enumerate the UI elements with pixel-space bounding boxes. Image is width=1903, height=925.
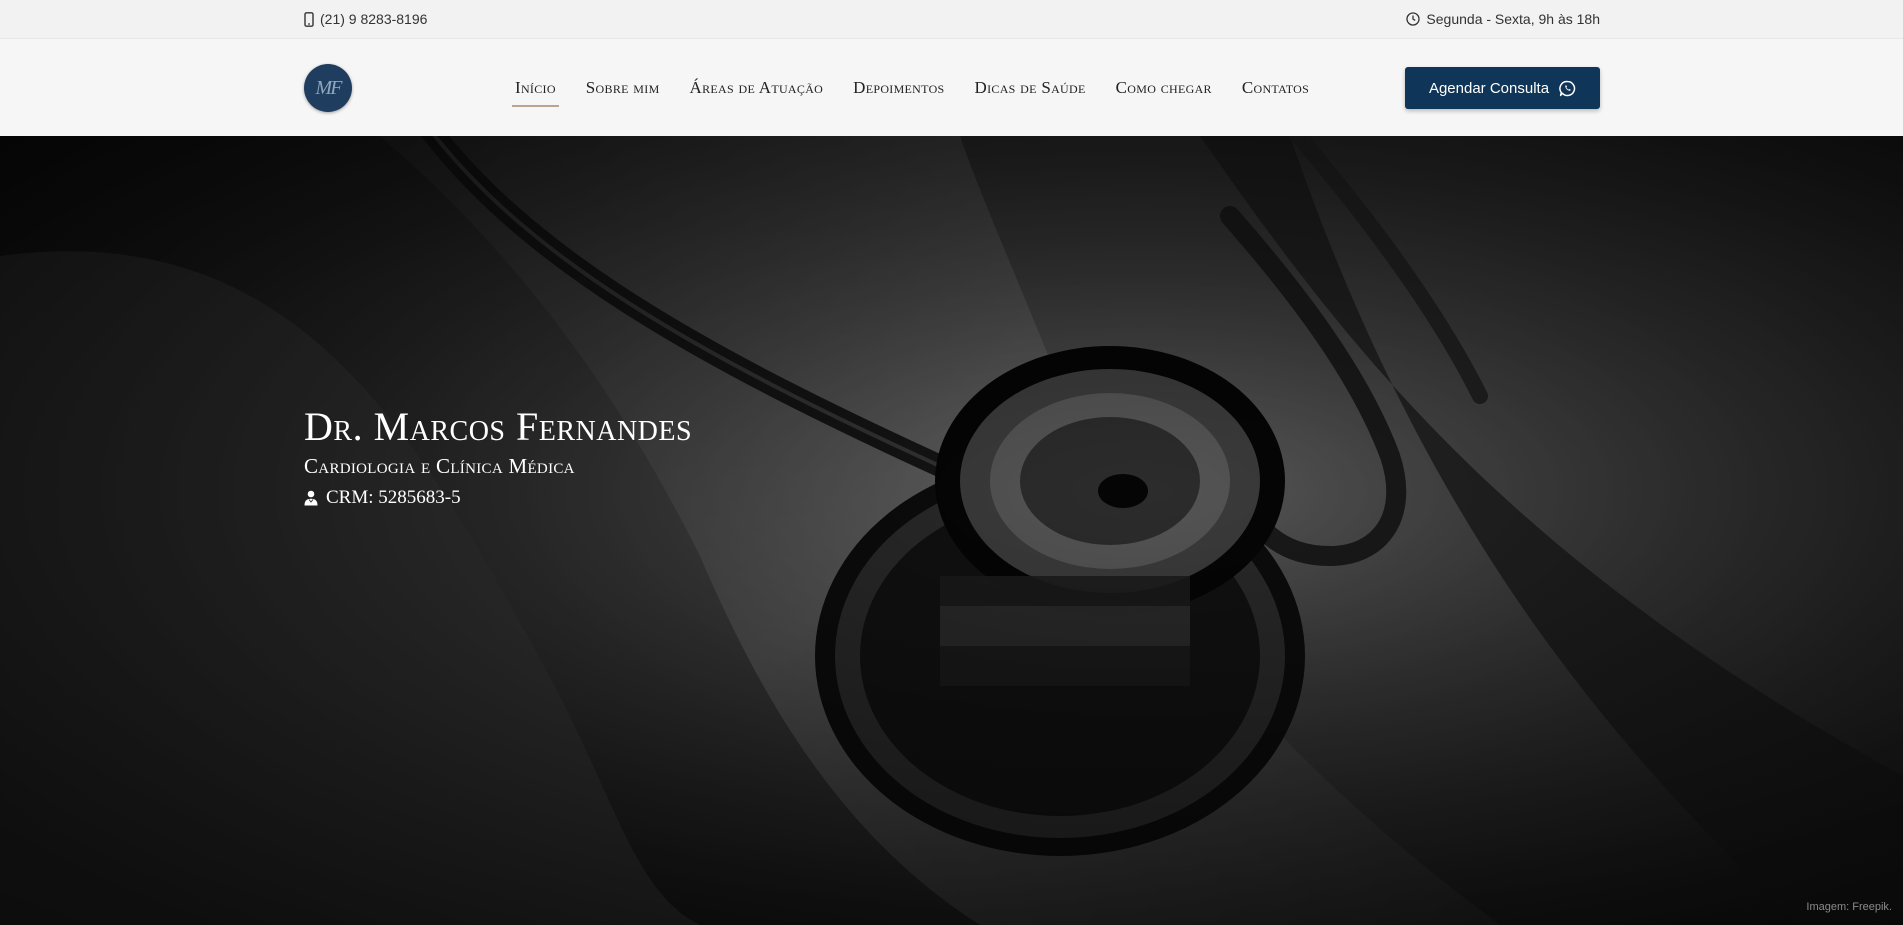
nav-item-dicas-de-saude[interactable]: Dicas de Saúde [972, 72, 1089, 104]
main-navbar: MF Início Sobre mim Áreas de Atuação Dep… [0, 38, 1903, 136]
doctor-name: Dr. Marcos Fernandes [304, 404, 693, 449]
doctor-specialty: Cardiologia e Clínica Médica [304, 454, 575, 478]
schedule-appointment-label: Agendar Consulta [1428, 79, 1550, 97]
nav-item-contatos[interactable]: Contatos [1239, 72, 1312, 104]
hero-section: Dr. Marcos Fernandes Cardiologia e Clíni… [0, 136, 1903, 925]
hours-text: Segunda - Sexta, 9h às 18h [1426, 11, 1600, 27]
nav-item-sobre-mim[interactable]: Sobre mim [583, 72, 663, 104]
main-nav: Início Sobre mim Áreas de Atuação Depoim… [512, 39, 1312, 137]
image-credit: Imagem: Freepik. [1806, 901, 1892, 913]
doctor-icon [304, 490, 318, 506]
crm-registration: CRM: 5285683-5 [304, 487, 692, 509]
phone-number: (21) 9 8283-8196 [320, 11, 428, 27]
crm-number: CRM: 5285683-5 [326, 487, 461, 508]
top-info-bar: (21) 9 8283-8196 Segunda - Sexta, 9h às … [0, 0, 1903, 38]
stethoscope-background-image [0, 136, 1903, 925]
phone-contact[interactable]: (21) 9 8283-8196 [304, 11, 427, 27]
clock-icon [1406, 12, 1421, 26]
mobile-phone-icon [304, 11, 314, 27]
schedule-appointment-button[interactable]: Agendar Consulta [1405, 67, 1600, 109]
opening-hours: Segunda - Sexta, 9h às 18h [1406, 11, 1600, 27]
nav-item-depoimentos[interactable]: Depoimentos [850, 72, 947, 104]
nav-item-como-chegar[interactable]: Como chegar [1113, 72, 1215, 104]
whatsapp-icon [1559, 80, 1576, 96]
hero-text-block: Dr. Marcos Fernandes Cardiologia e Clíni… [304, 404, 692, 509]
nav-item-areas-de-atuacao[interactable]: Áreas de Atuação [687, 72, 827, 104]
nav-item-inicio[interactable]: Início [512, 72, 559, 107]
site-logo[interactable]: MF [304, 64, 352, 112]
